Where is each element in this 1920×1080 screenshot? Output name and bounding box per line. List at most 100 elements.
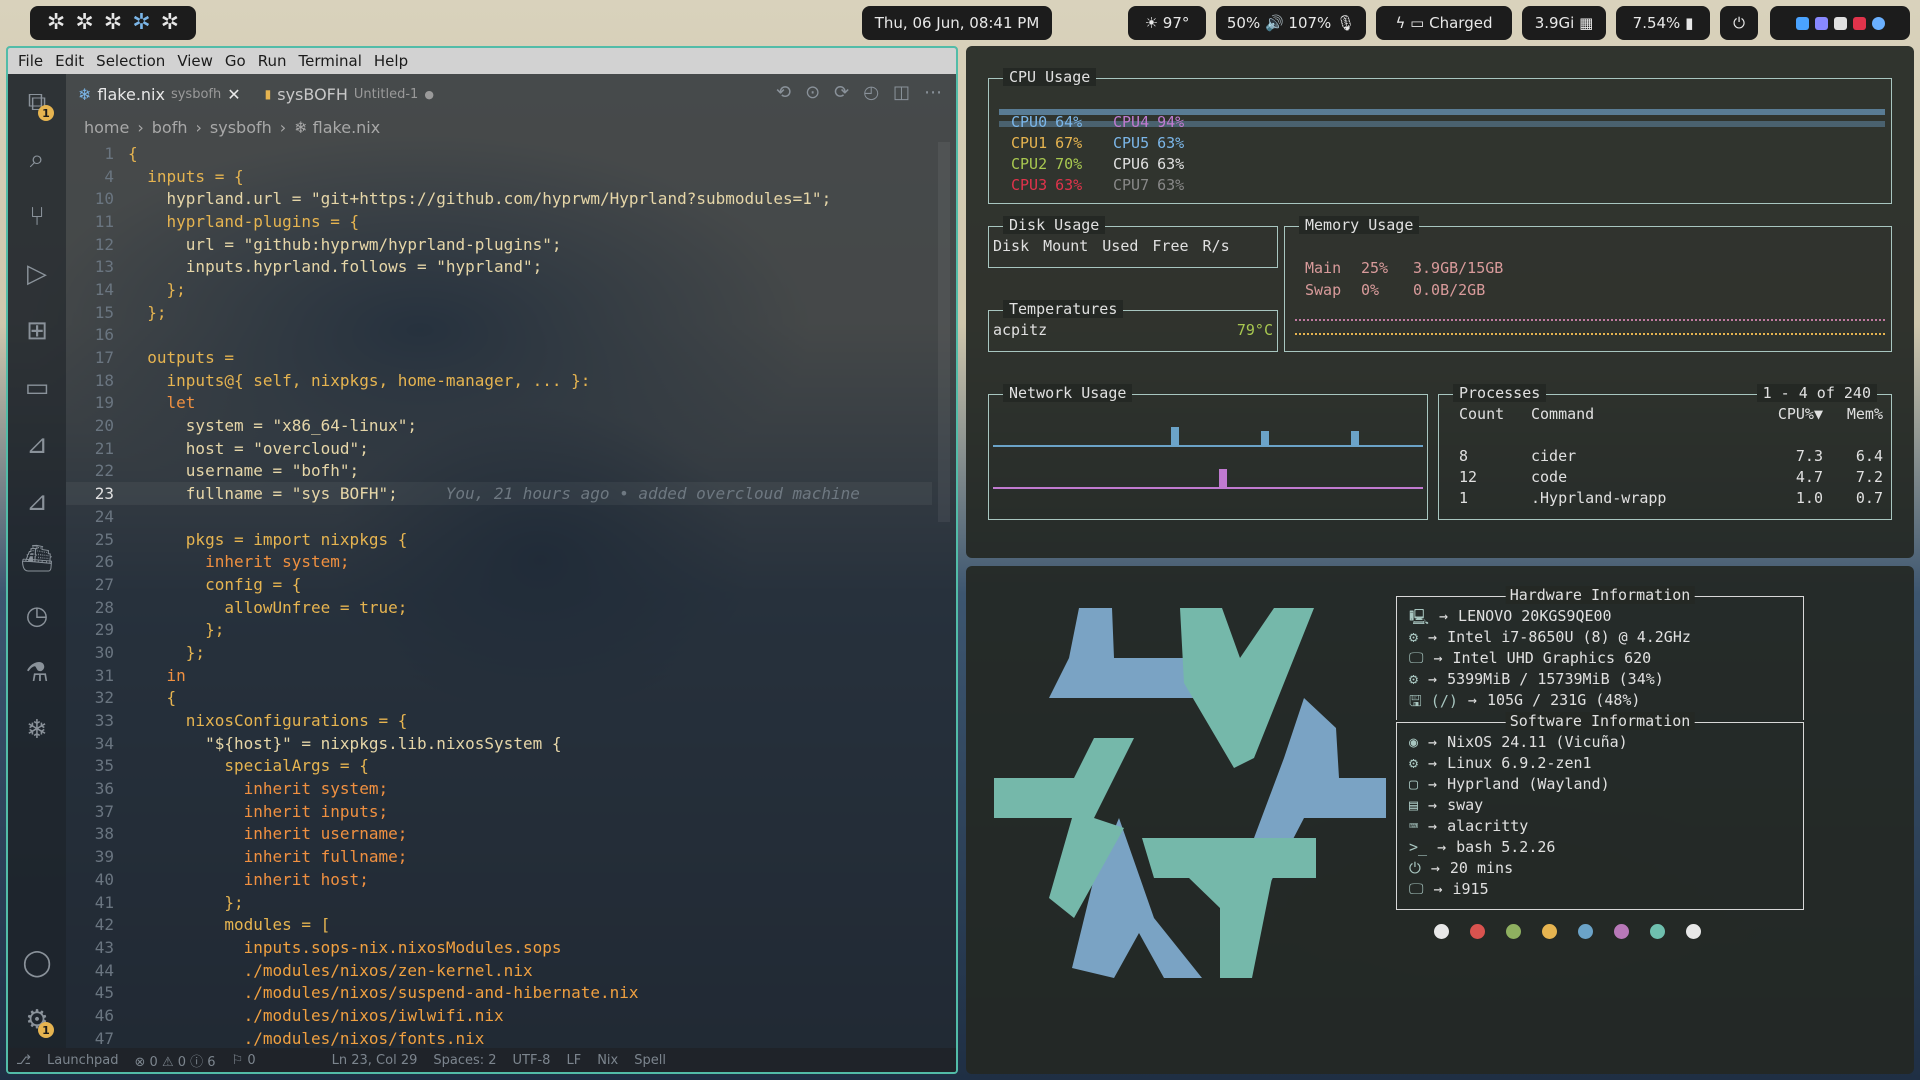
process-column-header[interactable]: CPU%▼ xyxy=(1751,405,1823,423)
menu-go[interactable]: Go xyxy=(219,52,252,70)
code-line[interactable]: 42 modules = [ xyxy=(66,913,932,936)
status-item[interactable]: Launchpad xyxy=(47,1053,119,1068)
code-line[interactable]: 35 specialArgs = { xyxy=(66,755,932,778)
code-line[interactable]: 23 fullname = "sys BOFH"; You, 21 hours a… xyxy=(66,482,932,505)
audio[interactable]: 50% 🔊 107% 🎙 xyxy=(1216,6,1366,40)
code-line[interactable]: 16 xyxy=(66,324,932,347)
code-line[interactable]: 19 let xyxy=(66,392,932,415)
code-line[interactable]: 41 }; xyxy=(66,891,932,914)
code-line[interactable]: 44 ./modules/nixos/zen-kernel.nix xyxy=(66,959,932,982)
code-line[interactable]: 37 inherit inputs; xyxy=(66,800,932,823)
workspace-4-icon[interactable]: ✲ xyxy=(132,12,150,34)
menu-terminal[interactable]: Terminal xyxy=(293,52,368,70)
scrollbar[interactable] xyxy=(938,142,950,522)
power-icon[interactable]: ⏻ xyxy=(1720,6,1758,40)
code-line[interactable]: 13 inputs.hyprland.follows = "hyprland"; xyxy=(66,255,932,278)
code-line[interactable]: 38 inherit username; xyxy=(66,823,932,846)
code-line[interactable]: 39 inherit fullname; xyxy=(66,845,932,868)
code-area[interactable]: 1{4 inputs = {10 hyprland.url = "git+htt… xyxy=(66,142,932,1050)
code-line[interactable]: 14 }; xyxy=(66,278,932,301)
code-line[interactable]: 32 { xyxy=(66,687,932,710)
code-line[interactable]: 18 inputs@{ self, nixpkgs, home-manager,… xyxy=(66,369,932,392)
run-debug-icon[interactable]: ▷ xyxy=(8,245,66,302)
gitlens-icon[interactable]: ⊿ xyxy=(8,473,66,530)
battery[interactable]: ϟ ▭ Charged xyxy=(1376,6,1512,40)
code-line[interactable]: 15 }; xyxy=(66,301,932,324)
code-line[interactable]: 21 host = "overcloud"; xyxy=(66,437,932,460)
test-icon[interactable]: ⚗ xyxy=(8,644,66,701)
menu-file[interactable]: File xyxy=(12,52,49,70)
code-line[interactable]: 29 }; xyxy=(66,618,932,641)
tray-app-icon[interactable] xyxy=(1871,16,1885,30)
code-line[interactable]: 17 outputs = xyxy=(66,346,932,369)
code-line[interactable]: 28 allowUnfree = true; xyxy=(66,596,932,619)
status-item[interactable]: UTF-8 xyxy=(513,1053,551,1068)
breadcrumb-item[interactable]: bofh xyxy=(152,118,188,137)
menu-selection[interactable]: Selection xyxy=(90,52,171,70)
go-forward-icon[interactable]: ⟳ xyxy=(834,82,849,103)
code-line[interactable]: 40 inherit host; xyxy=(66,868,932,891)
code-line[interactable]: 43 inputs.sops-nix.nixosModules.sops xyxy=(66,936,932,959)
workspace-2-icon[interactable]: ✲ xyxy=(75,12,93,34)
code-line[interactable]: 10 hyprland.url = "git+https://github.co… xyxy=(66,187,932,210)
bookmark-icon[interactable]: ⊿ xyxy=(8,416,66,473)
workspace-5-icon[interactable]: ✲ xyxy=(161,12,179,34)
tray-app-icon[interactable] xyxy=(1795,16,1809,30)
code-line[interactable]: 12 url = "github:hyprwm/hyprland-plugins… xyxy=(66,233,932,256)
menu-edit[interactable]: Edit xyxy=(49,52,90,70)
breadcrumb-item[interactable]: home xyxy=(84,118,129,137)
more-actions-icon[interactable]: ⋯ xyxy=(924,82,942,103)
status-item[interactable]: Nix xyxy=(597,1053,618,1068)
timeline-icon[interactable]: ◷ xyxy=(8,587,66,644)
settings-gear-icon[interactable]: ⚙ 1 xyxy=(8,991,66,1048)
clock[interactable]: Thu, 06 Jun, 08:41 PM xyxy=(862,6,1052,40)
code-line[interactable]: 1{ xyxy=(66,142,932,165)
explorer-icon[interactable]: ⧉ 1 xyxy=(8,74,66,131)
timeline-icon[interactable]: ◴ xyxy=(863,82,879,103)
nix-icon[interactable]: ❄ xyxy=(8,701,66,758)
code-line[interactable]: 33 nixosConfigurations = { xyxy=(66,709,932,732)
code-line[interactable]: 34 "${host}" = nixpkgs.lib.nixosSystem { xyxy=(66,732,932,755)
status-item[interactable]: ⚐ 0 xyxy=(232,1053,256,1068)
status-item[interactable]: Spell xyxy=(634,1053,666,1068)
cpu-indicator[interactable]: 7.54% ▮ xyxy=(1616,6,1710,40)
extensions-icon[interactable]: ⊞ xyxy=(8,302,66,359)
menu-run[interactable]: Run xyxy=(252,52,293,70)
source-control-icon[interactable]: ⑂ xyxy=(8,188,66,245)
split-editor-icon[interactable]: ◫ xyxy=(893,82,910,103)
tray-app-icon[interactable] xyxy=(1833,16,1847,30)
process-column-header[interactable]: Mem% xyxy=(1823,405,1883,423)
tray-app-icon[interactable] xyxy=(1852,16,1866,30)
status-item[interactable]: LF xyxy=(566,1053,581,1068)
code-line[interactable]: 45 ./modules/nixos/suspend-and-hibernate… xyxy=(66,981,932,1004)
memory-indicator[interactable]: 3.9Gi ▦ xyxy=(1522,6,1606,40)
code-line[interactable]: 31 in xyxy=(66,664,932,687)
code-line[interactable]: 11 hyprland-plugins = { xyxy=(66,210,932,233)
menu-help[interactable]: Help xyxy=(368,52,414,70)
code-line[interactable]: 20 system = "x86_64-linux"; xyxy=(66,414,932,437)
weather[interactable]: ☀ 97° xyxy=(1128,6,1206,40)
code-line[interactable]: 27 config = { xyxy=(66,573,932,596)
workspace-3-icon[interactable]: ✲ xyxy=(104,12,122,34)
unsaved-dot-icon[interactable]: ● xyxy=(424,88,434,101)
breadcrumb-item[interactable]: ❄ flake.nix xyxy=(294,118,380,137)
status-item[interactable]: Spaces: 2 xyxy=(433,1053,496,1068)
close-tab-icon[interactable]: ✕ xyxy=(227,85,240,104)
status-item[interactable]: Ln 23, Col 29 xyxy=(332,1053,418,1068)
process-column-header[interactable]: Count xyxy=(1459,405,1531,423)
code-line[interactable]: 36 inherit system; xyxy=(66,777,932,800)
code-line[interactable]: 26 inherit system; xyxy=(66,550,932,573)
code-line[interactable]: 4 inputs = { xyxy=(66,165,932,188)
tab-flake-nix[interactable]: ❄ flake.nix sysbofh ✕ xyxy=(66,74,253,114)
account-icon[interactable]: ◯ xyxy=(8,934,66,991)
code-line[interactable]: 46 ./modules/nixos/iwlwifi.nix xyxy=(66,1004,932,1027)
code-line[interactable]: 24 xyxy=(66,505,932,528)
tab-untitled[interactable]: ▮ sysBOFH Untitled-1 ● xyxy=(253,74,446,114)
status-item[interactable]: ⎇ xyxy=(16,1053,31,1068)
code-line[interactable]: 47 ./modules/nixos/fonts.nix xyxy=(66,1027,932,1050)
process-row[interactable]: 8 cider 7.3 6.4 xyxy=(1459,447,1883,468)
code-line[interactable]: 30 }; xyxy=(66,641,932,664)
git-compare-icon[interactable]: ⊙ xyxy=(805,82,820,103)
go-back-icon[interactable]: ⟲ xyxy=(776,82,791,103)
breadcrumb-item[interactable]: sysbofh xyxy=(210,118,272,137)
